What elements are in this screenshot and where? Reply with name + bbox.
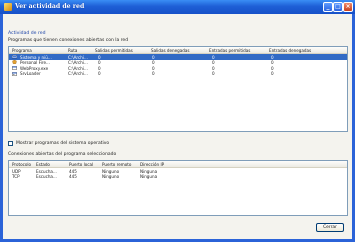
- column-header-salidas-permitidas[interactable]: Salidas permitidas: [95, 48, 133, 53]
- firewall-icon: [12, 60, 17, 65]
- show-system-label: Mostrar programas del sistema operativo: [16, 141, 110, 146]
- column-header-entradas-denegadas[interactable]: Entradas denegadas: [269, 48, 311, 53]
- column-header-salidas-denegadas[interactable]: Salidas denegadas: [151, 48, 190, 53]
- column-header-protocolo[interactable]: Protocolo: [12, 162, 31, 167]
- maximize-button[interactable]: □: [333, 2, 343, 12]
- connections-list-header: Protocolo Estado Puerto local Puerto rem…: [9, 161, 347, 168]
- column-header-ruta[interactable]: Ruta: [68, 48, 77, 53]
- network-activity-icon: [4, 3, 12, 11]
- programs-list-header: Programa Ruta Salidas permitidas Salidas…: [9, 47, 347, 54]
- connection-row[interactable]: TCP Escucha... 445 Ninguno Ninguna: [9, 174, 347, 179]
- programs-label: Programas que tienen conexiones abiertas…: [8, 38, 129, 43]
- window: Ver actividad de red _ □ × Actividad de …: [0, 0, 355, 242]
- programs-list[interactable]: Programa Ruta Salidas permitidas Salidas…: [8, 46, 348, 132]
- column-header-puerto-remoto[interactable]: Puerto remoto: [102, 162, 131, 167]
- column-header-entradas-permitidas[interactable]: Entradas permitidas: [209, 48, 250, 53]
- connections-label: Conexiones abiertas del programa selecci…: [8, 152, 117, 157]
- program-row[interactable]: SrvLoader C:\Archi... 0 0 0 0: [9, 71, 347, 76]
- title-bar[interactable]: Ver actividad de red _ □ ×: [0, 0, 355, 14]
- column-header-direccion-ip[interactable]: Dirección IP: [140, 162, 164, 167]
- loader-icon: [12, 71, 17, 76]
- column-header-estado[interactable]: Estado: [36, 162, 50, 167]
- section-title: Actividad de red: [8, 31, 46, 36]
- connections-list[interactable]: Protocolo Estado Puerto local Puerto rem…: [8, 160, 348, 216]
- system-icon: [12, 54, 17, 59]
- minimize-button[interactable]: _: [323, 2, 333, 12]
- window-content: Actividad de red Programas que tienen co…: [3, 14, 352, 239]
- column-header-programa[interactable]: Programa: [12, 48, 32, 53]
- proxy-icon: [12, 66, 17, 70]
- window-title: Ver actividad de red: [15, 3, 85, 10]
- close-button[interactable]: Cerrar: [316, 223, 344, 232]
- show-system-checkbox[interactable]: [8, 141, 13, 146]
- close-window-button[interactable]: ×: [343, 2, 353, 12]
- column-header-puerto-local[interactable]: Puerto local: [69, 162, 93, 167]
